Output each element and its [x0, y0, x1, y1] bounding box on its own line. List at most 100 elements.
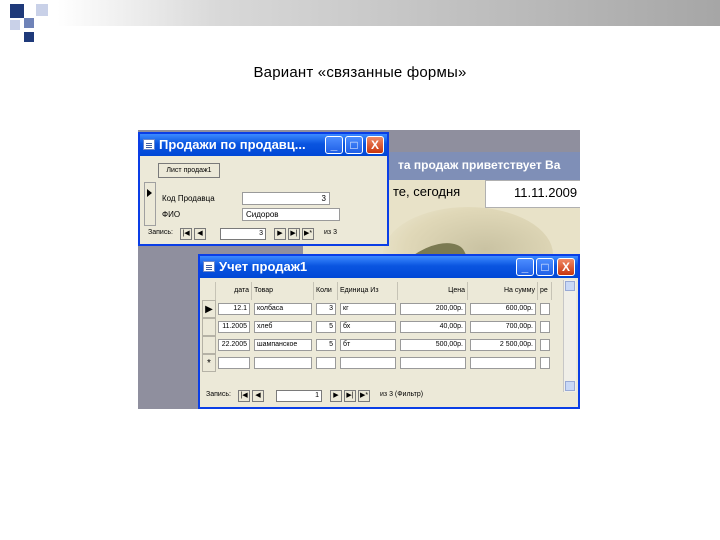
prev-record-button[interactable]: ◀	[194, 228, 206, 240]
record-selector[interactable]	[144, 182, 156, 226]
row-selector[interactable]	[202, 336, 216, 354]
cell-extra-value[interactable]	[540, 339, 550, 351]
cell-sum-value[interactable]	[470, 357, 536, 369]
cell-price-value[interactable]	[400, 357, 466, 369]
cell-price[interactable]	[398, 354, 468, 372]
cell-sum-value[interactable]: 700,00р.	[470, 321, 536, 333]
cell-sum[interactable]: 600,00р.	[468, 300, 538, 318]
cell-unit-value[interactable]: бх	[340, 321, 396, 333]
close-button[interactable]: X	[557, 258, 575, 276]
vertical-scrollbar[interactable]	[563, 280, 576, 392]
access-screenshot: та продаж приветствует Ва те, сегодня 11…	[138, 130, 580, 409]
cell-unit[interactable]: бх	[338, 318, 398, 336]
cell-qty-value[interactable]	[316, 357, 336, 369]
cell-price[interactable]: 200,00р.	[398, 300, 468, 318]
record-number-field[interactable]: 3	[220, 228, 266, 240]
minimize-button[interactable]: _	[516, 258, 534, 276]
cell-price-value[interactable]: 40,00р.	[400, 321, 466, 333]
cell-sum-value[interactable]: 600,00р.	[470, 303, 536, 315]
cell-qty-value[interactable]: 5	[316, 321, 336, 333]
cell-date[interactable]: 11.2005	[216, 318, 252, 336]
cell-sum[interactable]: 2 500,00р.	[468, 336, 538, 354]
next-record-button[interactable]: ▶	[330, 390, 342, 402]
new-row-marker[interactable]: *	[202, 354, 216, 372]
new-record-button[interactable]: ▶*	[302, 228, 314, 240]
cell-sum[interactable]	[468, 354, 538, 372]
cell-price-value[interactable]: 500,00р.	[400, 339, 466, 351]
cell-extra-value[interactable]	[540, 303, 550, 315]
header-corner	[202, 282, 216, 300]
cell-product-value[interactable]	[254, 357, 312, 369]
cell-qty[interactable]: 5	[314, 318, 338, 336]
cell-product[interactable]: колбаса	[252, 300, 314, 318]
cell-date[interactable]: 12.1	[216, 300, 252, 318]
cell-product[interactable]: хлеб	[252, 318, 314, 336]
first-record-button[interactable]: |◀	[180, 228, 192, 240]
cell-date-value[interactable]: 12.1	[218, 303, 250, 315]
last-record-button[interactable]: ▶|	[288, 228, 300, 240]
form-sales-titlebar[interactable]: Учет продаж1 _ □ X	[200, 256, 578, 278]
table-row[interactable]: 22.2005 шампанское 5 бт 500,00р. 2 500,0…	[202, 336, 566, 354]
row-selector[interactable]: ▶	[202, 300, 216, 318]
table-header-row: дата Товар Коли Единица Из Цена На сумму…	[202, 282, 566, 300]
cell-product[interactable]	[252, 354, 314, 372]
cell-date[interactable]	[216, 354, 252, 372]
cell-qty[interactable]: 3	[314, 300, 338, 318]
first-record-button[interactable]: |◀	[238, 390, 250, 402]
table-row[interactable]: ▶ 12.1 колбаса 3 кг 200,00р. 600,00р.	[202, 300, 566, 318]
cell-product[interactable]: шампанское	[252, 336, 314, 354]
form-sellers-titlebar[interactable]: Продажи по продавц... _ □ X	[140, 134, 387, 156]
table-row[interactable]: 11.2005 хлеб 5 бх 40,00р. 700,00р.	[202, 318, 566, 336]
row-selector[interactable]	[202, 318, 216, 336]
table-new-row[interactable]: *	[202, 354, 566, 372]
last-record-button[interactable]: ▶|	[344, 390, 356, 402]
cell-unit[interactable]: кг	[338, 300, 398, 318]
cell-price-value[interactable]: 200,00р.	[400, 303, 466, 315]
seller-code-field[interactable]: 3	[242, 192, 330, 205]
new-record-button[interactable]: ▶*	[358, 390, 370, 402]
cell-extra[interactable]	[538, 300, 552, 318]
maximize-button[interactable]: □	[345, 136, 363, 154]
scroll-up-icon[interactable]	[565, 281, 575, 291]
cell-qty[interactable]	[314, 354, 338, 372]
cell-qty[interactable]: 5	[314, 336, 338, 354]
cell-price[interactable]: 500,00р.	[398, 336, 468, 354]
cell-product-value[interactable]: шампанское	[254, 339, 312, 351]
form-sellers-window[interactable]: Продажи по продавц... _ □ X Лист продаж1…	[138, 132, 389, 246]
slide-title: Вариант «связанные формы»	[253, 64, 467, 81]
cell-date[interactable]: 22.2005	[216, 336, 252, 354]
cell-product-value[interactable]: хлеб	[254, 321, 312, 333]
cell-price[interactable]: 40,00р.	[398, 318, 468, 336]
cell-unit[interactable]: бт	[338, 336, 398, 354]
fio-label: ФИО	[162, 210, 181, 219]
deco-square-light-small	[10, 20, 20, 30]
cell-extra[interactable]	[538, 354, 552, 372]
cell-extra[interactable]	[538, 318, 552, 336]
cell-unit-value[interactable]: кг	[340, 303, 396, 315]
cell-extra[interactable]	[538, 336, 552, 354]
cell-unit-value[interactable]: бт	[340, 339, 396, 351]
close-button[interactable]: X	[366, 136, 384, 154]
cell-extra-value[interactable]	[540, 357, 550, 369]
cell-date-value[interactable]: 11.2005	[218, 321, 250, 333]
minimize-button[interactable]: _	[325, 136, 343, 154]
sales-list-button[interactable]: Лист продаж1	[158, 163, 220, 178]
cell-date-value[interactable]	[218, 357, 250, 369]
prev-record-button[interactable]: ◀	[252, 390, 264, 402]
fio-field[interactable]: Сидоров	[242, 208, 340, 221]
cell-qty-value[interactable]: 5	[316, 339, 336, 351]
deco-square-light	[36, 4, 48, 16]
cell-date-value[interactable]: 22.2005	[218, 339, 250, 351]
cell-extra-value[interactable]	[540, 321, 550, 333]
cell-unit[interactable]	[338, 354, 398, 372]
cell-sum-value[interactable]: 2 500,00р.	[470, 339, 536, 351]
next-record-button[interactable]: ▶	[274, 228, 286, 240]
maximize-button[interactable]: □	[536, 258, 554, 276]
record-number-field[interactable]: 1	[276, 390, 322, 402]
cell-unit-value[interactable]	[340, 357, 396, 369]
cell-sum[interactable]: 700,00р.	[468, 318, 538, 336]
form-sales-window[interactable]: Учет продаж1 _ □ X дата Товар Коли Едини…	[198, 254, 580, 409]
cell-qty-value[interactable]: 3	[316, 303, 336, 315]
record-count: из 3 (Фильтр)	[380, 391, 424, 398]
cell-product-value[interactable]: колбаса	[254, 303, 312, 315]
